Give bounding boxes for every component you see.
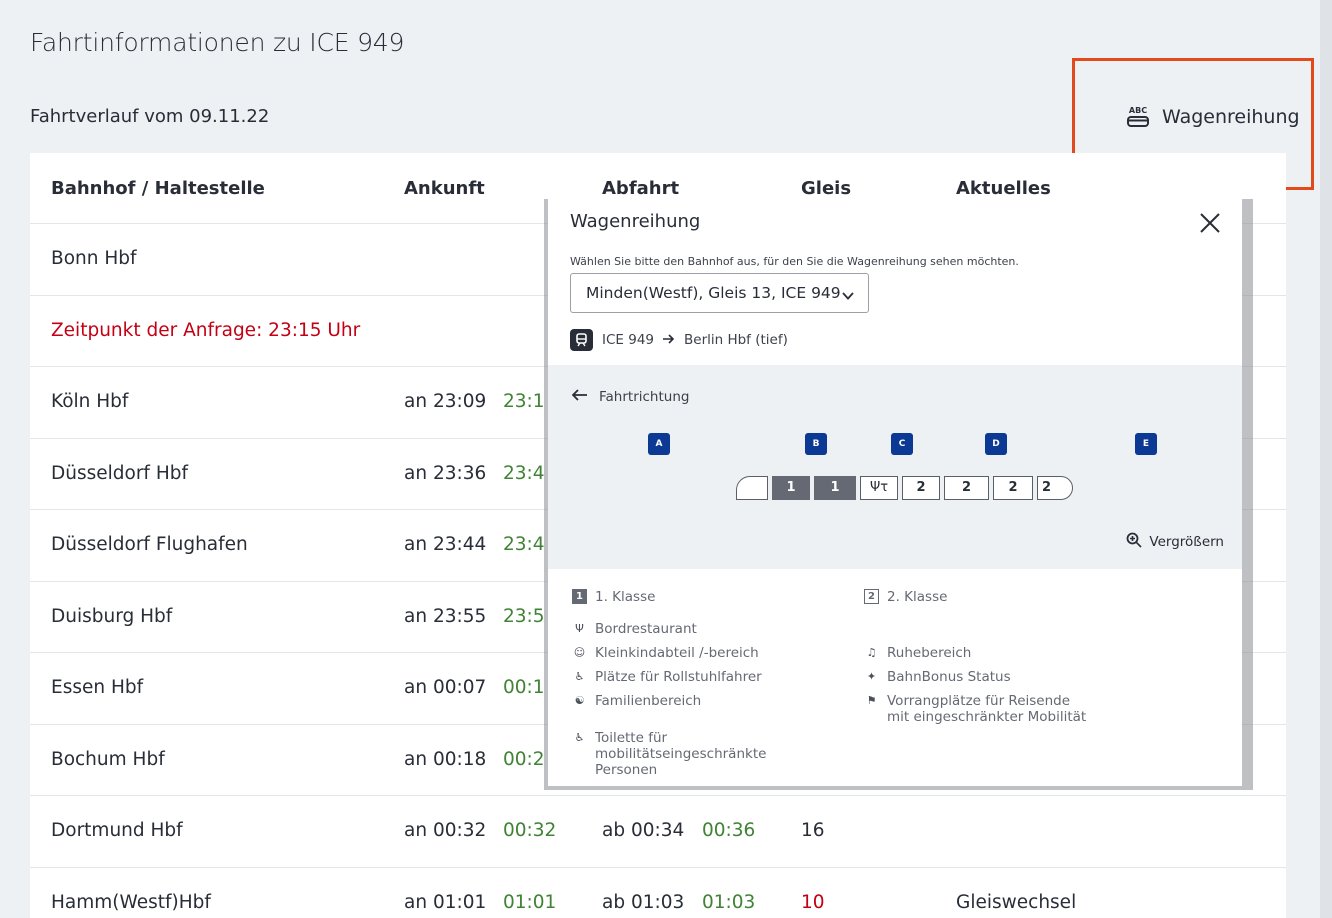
direction-indicator: Fahrtrichtung [571,389,690,405]
coach-second-class[interactable]: 2 [902,476,940,500]
locomotive [736,476,768,500]
zoom-in-icon [1126,532,1142,552]
cell-arr: an 00:18 [404,748,487,770]
coach-restaurant[interactable]: Ψτ [860,476,898,500]
cell-dep-rt: 01:03 [702,891,756,913]
legend-family: ☯ Familienbereich [572,693,702,709]
legend-priority: ⚑ Vorrangplätze für Reisende mit eingesc… [864,693,1094,725]
chevron-down-icon [842,288,854,300]
cell-station: Köln Hbf [51,391,129,412]
coach-first-class[interactable]: 1 [772,476,810,500]
priority-seat-icon: ⚑ [866,694,877,707]
legend-toilet: ♿ Toilette für mobilitätseingeschränkte … [572,730,832,778]
wheelchair-icon: ♿ [574,670,585,683]
legend-second-class: 2 2. Klasse [864,589,947,605]
cell-dep-rt: 00:36 [702,820,756,841]
scrollbar[interactable] [1320,0,1332,918]
cell-arr-rt: 23:1 [503,391,545,412]
sector-b: B [805,433,827,455]
cell-station: Zeitpunkt der Anfrage: 23:15 Uhr [51,319,361,341]
direction-label: Fahrtrichtung [599,389,690,405]
legend-restaurant: Ψ Bordrestaurant [572,621,697,637]
arrow-left-icon [571,389,587,405]
sector-a: A [648,433,670,455]
cell-arr: an 23:36 [404,462,487,484]
legend-quiet: ♫ Ruhebereich [864,645,972,661]
train-route: ICE 949 Berlin Hbf (tief) [570,329,788,351]
close-icon[interactable] [1198,211,1222,235]
cell-station: Essen Hbf [51,677,144,698]
zoom-button[interactable]: Vergrößern [1126,532,1224,552]
train-number: ICE 949 [602,332,654,348]
cell-arr: an 23:55 [404,605,487,627]
cell-station: Duisburg Hbf [51,605,173,627]
train-icon [570,329,593,351]
cell-dep: ab 00:34 [602,820,685,841]
station-select-value: Minden(Westf), Gleis 13, ICE 949 [586,284,841,302]
coach-second-class[interactable]: 2 [1037,476,1073,500]
cell-arr-rt: 00:1 [503,677,545,698]
header-info: Aktuelles [956,178,1051,199]
train-destination: Berlin Hbf (tief) [684,332,788,348]
header-track: Gleis [801,178,852,199]
header-arrival: Ankunft [404,178,485,199]
cell-arr-rt: 23:4 [503,534,545,555]
cell-dep: ab 01:03 [602,891,685,913]
wagon-sequence-dialog: Wagenreihung Wählen Sie bitte den Bahnho… [548,199,1242,786]
sector-c: C [891,433,913,455]
cell-arr-rt: 23:5 [503,605,545,627]
coach-second-class[interactable]: 2 [944,476,989,500]
cell-station: Dortmund Hbf [51,820,183,841]
bonus-status-icon: ✦ [866,670,877,683]
page-title: Fahrtinformationen zu ICE 949 [30,28,405,57]
wagon-sequence-view: Fahrtrichtung A B C D E 1 1 Ψτ 2 2 2 2 V… [548,365,1242,569]
cell-track: 10 [801,891,825,913]
legend-wheelchair: ♿ Plätze für Rollstuhlfahrer [572,669,762,685]
dialog-title: Wagenreihung [570,211,701,232]
arrow-right-icon [663,332,675,348]
zoom-label: Vergrößern [1149,534,1224,550]
journey-date: Fahrtverlauf vom 09.11.22 [30,106,270,127]
cell-track: 16 [801,820,825,841]
cell-arr-rt: 23:4 [503,462,545,484]
cell-station: Düsseldorf Hbf [51,462,188,484]
sector-e: E [1135,433,1157,455]
cell-arr: an 23:09 [404,391,487,412]
accessible-toilet-icon: ♿ [574,731,585,744]
restaurant-icon: Ψ [575,622,584,635]
coach-list: 1 1 Ψτ 2 2 2 2 [736,476,1073,500]
coach-first-class[interactable]: 1 [814,476,856,500]
cell-station: Düsseldorf Flughafen [51,534,248,555]
legend-bonus: ✦ BahnBonus Status [864,669,1011,685]
cell-arr: an 01:01 [404,891,487,913]
cell-arr: an 23:44 [404,534,487,555]
cell-arr-rt: 00:32 [503,820,557,841]
toddler-icon: ☺ [573,646,586,659]
sector-d: D [985,433,1007,455]
station-select[interactable]: Minden(Westf), Gleis 13, ICE 949 [570,273,869,313]
cell-arr: an 00:32 [404,820,487,841]
legend-first-class: 1 1. Klasse [572,589,655,605]
dialog-hint: Wählen Sie bitte den Bahnhof aus, für de… [570,255,1019,268]
cell-station: Hamm(Westf)Hbf [51,891,211,913]
first-class-icon: 1 [572,589,587,604]
coach-second-class[interactable]: 2 [993,476,1033,500]
legend-toddler: ☺ Kleinkindabteil /-bereich [573,645,759,661]
header-station: Bahnhof / Haltestelle [51,178,265,199]
cell-station: Bochum Hbf [51,748,165,770]
quiet-zone-icon: ♫ [866,646,877,659]
cell-arr: an 00:07 [404,677,487,698]
cell-info: Gleiswechsel [956,891,1077,913]
cell-arr-rt: 01:01 [503,891,557,913]
second-class-icon: 2 [864,589,879,604]
cell-arr-rt: 00:2 [503,748,545,770]
cell-station: Bonn Hbf [51,248,137,269]
table-row: Dortmund Hbf an 00:32 00:32 ab 00:34 00:36 16 [30,796,1286,868]
table-row: Hamm(Westf)Hbf an 01:01 01:01 ab 01:03 01:03… [30,868,1286,918]
header-departure: Abfahrt [602,178,680,199]
family-icon: ☯ [574,694,585,707]
